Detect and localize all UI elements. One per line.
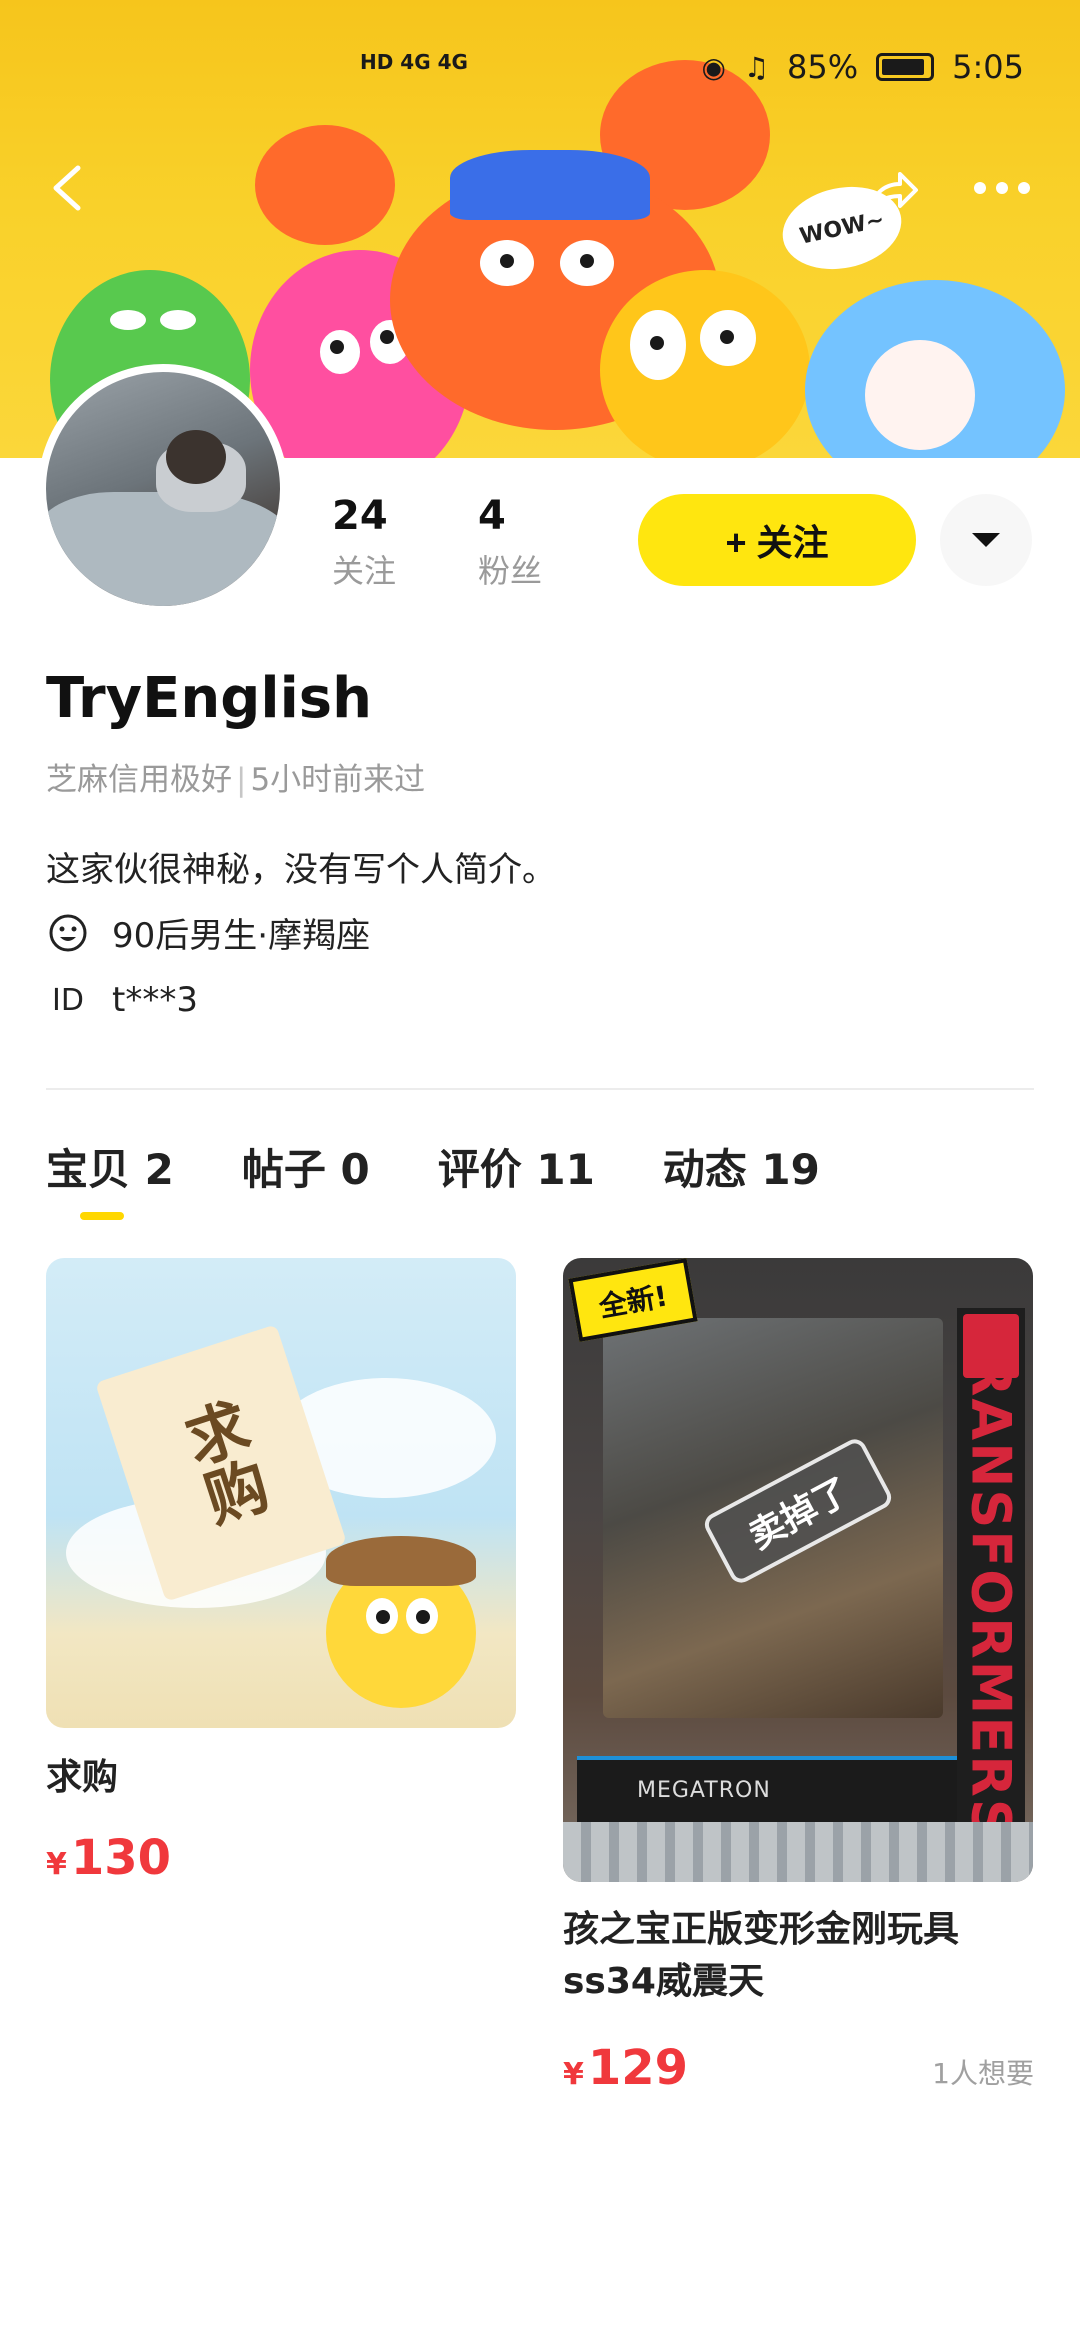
- item-title[interactable]: 求购: [46, 1752, 118, 1804]
- caret-down-icon: [972, 533, 1000, 547]
- smiley-icon: [46, 911, 90, 955]
- divider: [46, 1088, 1034, 1090]
- tab-activity[interactable]: 动态 19: [663, 1136, 820, 1197]
- transformers-vertical-text: TRANSFORMERS: [959, 1316, 1023, 1840]
- blue-cap: [450, 150, 650, 220]
- follow-button[interactable]: + 关注: [638, 494, 916, 586]
- username: TryEnglish: [46, 666, 372, 731]
- share-icon[interactable]: [864, 166, 920, 216]
- yellow-mascot: [600, 270, 810, 458]
- avatar[interactable]: [38, 364, 288, 614]
- battery-percent: 85%: [787, 48, 859, 86]
- tab-items[interactable]: 宝贝 2: [46, 1136, 174, 1220]
- item-image-transformers[interactable]: 全新! TRANSFORMERS MEGATRON 卖掉了: [563, 1258, 1033, 1882]
- battery-icon: [876, 53, 935, 81]
- tab-posts[interactable]: 帖子 0: [242, 1136, 370, 1197]
- following-label: 关注: [332, 552, 397, 590]
- demographic-row: 90后男生·摩羯座: [46, 908, 370, 957]
- item-title-line: 孩之宝正版变形金刚玩具: [563, 1909, 960, 1950]
- currency-symbol: ¥: [563, 2057, 584, 2092]
- clock: 5:05: [952, 48, 1024, 86]
- chick-mascot: [326, 1536, 476, 1708]
- location-icon: ◉: [701, 50, 726, 84]
- demographic-text: 90后男生·摩羯座: [112, 916, 371, 956]
- price-value: 129: [587, 2040, 689, 2096]
- following-count: 24: [332, 493, 388, 539]
- profile-meta: 芝麻信用极好 | 5小时前来过: [46, 754, 425, 799]
- last-seen: 5小时前来过: [250, 762, 426, 798]
- currency-symbol: ¥: [46, 1847, 67, 1882]
- item-title[interactable]: 孩之宝正版变形金刚玩具 ss34威震天: [563, 1904, 1043, 2008]
- meta-separator: |: [236, 762, 247, 798]
- blue-mascot: [805, 280, 1065, 458]
- tab-reviews[interactable]: 评价 11: [438, 1136, 595, 1197]
- id-value: t***3: [112, 980, 198, 1020]
- item-price: ¥ 129: [563, 2040, 688, 2096]
- item-image-wanted[interactable]: 求购: [46, 1258, 516, 1728]
- credit-status: 芝麻信用极好: [46, 762, 232, 798]
- profile-tabs: 宝贝 2 帖子 0 评价 11 动态 19: [46, 1136, 820, 1220]
- bio: 这家伙很神秘，没有写个人简介。: [46, 850, 556, 890]
- following-stat[interactable]: 24 关注: [332, 496, 396, 592]
- id-label: ID: [52, 982, 84, 1018]
- followers-count: 4: [478, 493, 506, 539]
- id-row: ID t***3: [46, 978, 198, 1022]
- back-arrow-icon[interactable]: [48, 164, 88, 212]
- megatron-label: MEGATRON: [637, 1778, 771, 1803]
- mute-bell-icon: ♫: [743, 50, 770, 84]
- item-title-line: ss34威震天: [563, 1961, 764, 2003]
- followers-label: 粉丝: [478, 552, 543, 590]
- price-value: 130: [70, 1830, 172, 1886]
- network-indicator: HD 4G 4G: [360, 50, 468, 74]
- followers-stat[interactable]: 4 粉丝: [478, 496, 542, 592]
- more-options-icon[interactable]: [974, 178, 1034, 198]
- crab-claw-left: [255, 125, 395, 245]
- item-price: ¥ 130: [46, 1830, 171, 1886]
- wants-count: 1人想要: [932, 2057, 1034, 2090]
- status-bar: HD 4G 4G ◉ ♫ 85% 5:05: [0, 44, 1080, 94]
- more-dropdown-button[interactable]: [940, 494, 1032, 586]
- box-label-strip: MEGATRON: [577, 1756, 957, 1826]
